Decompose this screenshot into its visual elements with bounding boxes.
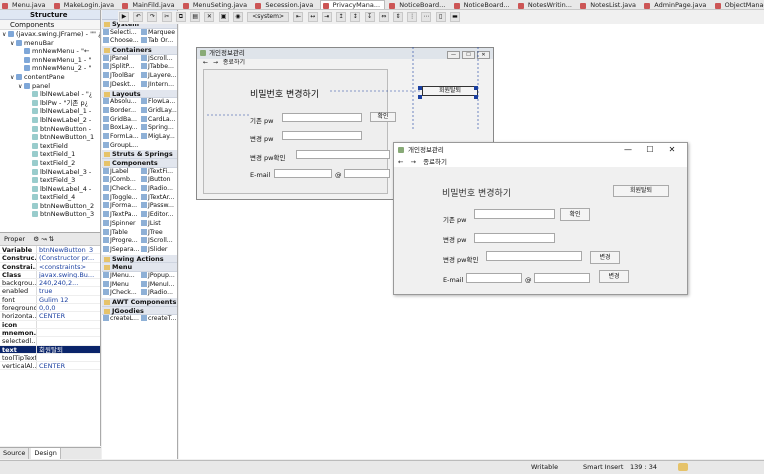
confirm-pw-field[interactable] xyxy=(486,251,582,261)
running-frame[interactable]: 개인정보관리 — ☐ ✕ ← → 종료하기 비밀번호 변경하기 회원탈퇴 기존 pw… xyxy=(393,142,688,295)
resize-handle[interactable] xyxy=(418,86,422,90)
new-pw-field[interactable] xyxy=(474,233,555,243)
minimize-icon[interactable]: — xyxy=(617,143,639,157)
withdraw-button[interactable]: 회원탈퇴 xyxy=(613,185,669,197)
email-domain-field[interactable] xyxy=(534,273,590,283)
change-pw-button[interactable]: 변경 xyxy=(590,251,620,264)
confirm-pw-label: 변경 pw확인 xyxy=(443,256,479,264)
running-frame-title: 개인정보관리 xyxy=(408,146,444,154)
window-controls: — ☐ ✕ xyxy=(617,143,683,157)
confirm-button[interactable]: 확인 xyxy=(560,208,590,221)
status-cursor-position: 139 : 34 xyxy=(630,463,657,471)
status-lock-icon xyxy=(678,463,688,471)
status-bar: Writable Smart Insert 139 : 34 xyxy=(0,460,764,474)
menu-back[interactable]: ← xyxy=(398,158,403,166)
close-icon[interactable]: ✕ xyxy=(661,143,683,157)
change-email-button[interactable]: 변경 xyxy=(599,270,629,283)
menu-exit[interactable]: 종료하기 xyxy=(423,158,447,166)
running-frame-menubar: ← → 종료하기 xyxy=(394,157,687,167)
email-id-field[interactable] xyxy=(466,273,522,283)
email-label: E-mail xyxy=(443,276,464,284)
resize-handle[interactable] xyxy=(418,95,422,99)
running-frame-titlebar[interactable]: 개인정보관리 — ☐ ✕ xyxy=(394,143,687,157)
resize-handle[interactable] xyxy=(474,95,478,99)
resize-handle[interactable] xyxy=(474,86,478,90)
java-cup-icon xyxy=(398,147,404,153)
at-sign-label: @ xyxy=(525,276,532,284)
maximize-icon[interactable]: ☐ xyxy=(639,143,661,157)
status-writable: Writable xyxy=(531,463,559,471)
menu-forward[interactable]: → xyxy=(411,158,416,166)
new-pw-label: 변경 pw xyxy=(443,236,467,244)
status-insert-mode: Smart Insert xyxy=(583,463,624,471)
current-pw-field[interactable] xyxy=(474,209,555,219)
heading-label: 비밀번호 변경하기 xyxy=(442,189,512,199)
current-pw-label: 기존 pw xyxy=(443,216,467,224)
